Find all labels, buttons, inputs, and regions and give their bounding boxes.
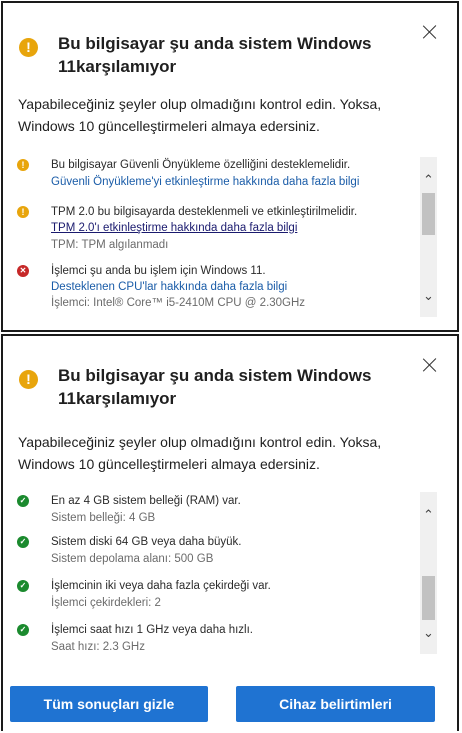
item-text: TPM 2.0 bu bilgisayarda desteklenmeli ve… <box>51 206 358 218</box>
check-icon: ✓ <box>17 495 29 507</box>
item-detail: İşlemci çekirdekleri: 2 <box>51 597 161 609</box>
hide-all-results-button[interactable]: Tüm sonuçları gizle <box>10 686 208 722</box>
check-icon: ✓ <box>17 580 29 592</box>
item-detail: Saat hızı: 2.3 GHz <box>51 641 145 653</box>
scroll-thumb[interactable] <box>422 193 435 235</box>
item-text: Sistem diski 64 GB veya daha büyük. <box>51 536 242 548</box>
secure-boot-link[interactable]: Güvenli Önyükleme'yi etkinleştirme hakkı… <box>51 174 359 190</box>
dialog-intro: Yapabileceğiniz şeyler olup olmadığını k… <box>18 96 382 134</box>
scrollbar[interactable]: ⌃ ⌄ <box>420 492 437 654</box>
item-detail: Sistem belleği: 4 GB <box>51 512 156 524</box>
check-icon: ✓ <box>17 624 29 636</box>
scroll-thumb[interactable] <box>422 576 435 620</box>
error-icon: ✕ <box>17 265 29 277</box>
item-text: İşlemcinin iki veya daha fazla çekirdeği… <box>51 580 271 592</box>
item-detail: Sistem depolama alanı: 500 GB <box>51 553 214 565</box>
dialog-title: Bu bilgisayar şu anda sistem Windows 11k… <box>58 366 372 408</box>
close-icon[interactable] <box>421 356 439 374</box>
close-icon[interactable] <box>421 23 439 41</box>
item-text: Bu bilgisayar Güvenli Önyükleme özelliği… <box>51 159 351 171</box>
compatibility-dialog-top: ! Bu bilgisayar şu anda sistem Windows 1… <box>1 1 459 332</box>
scrollbar[interactable]: ⌃ ⌄ <box>420 157 437 317</box>
scroll-up-icon[interactable]: ⌃ <box>420 171 437 188</box>
tpm-link[interactable]: TPM 2.0'ı etkinleştirme hakkında daha fa… <box>51 220 297 236</box>
warning-icon: ! <box>17 206 29 218</box>
device-specs-button[interactable]: Cihaz belirtimleri <box>236 686 435 722</box>
item-text: En az 4 GB sistem belleği (RAM) var. <box>51 495 241 507</box>
scroll-down-icon[interactable]: ⌄ <box>420 624 437 641</box>
item-text: İşlemci şu anda bu işlem için Windows 11… <box>51 265 266 277</box>
dialog-title: Bu bilgisayar şu anda sistem Windows 11k… <box>58 34 372 76</box>
item-detail: TPM: TPM algılanmadı <box>51 239 169 251</box>
item-detail: İşlemci: Intel® Core™ i5-2410M CPU @ 2.3… <box>51 297 306 309</box>
cpu-link[interactable]: Desteklenen CPU'lar hakkında daha fazla … <box>51 279 287 295</box>
check-icon: ✓ <box>17 536 29 548</box>
scroll-up-icon[interactable]: ⌃ <box>420 506 437 523</box>
dialog-intro: Yapabileceğiniz şeyler olup olmadığını k… <box>18 434 382 472</box>
item-text: İşlemci saat hızı 1 GHz veya daha hızlı. <box>51 624 253 636</box>
warning-icon: ! <box>19 38 38 57</box>
compatibility-dialog-bottom: ! Bu bilgisayar şu anda sistem Windows 1… <box>1 334 459 731</box>
scroll-down-icon[interactable]: ⌄ <box>420 287 437 304</box>
warning-icon: ! <box>17 159 29 171</box>
warning-icon: ! <box>19 370 38 389</box>
